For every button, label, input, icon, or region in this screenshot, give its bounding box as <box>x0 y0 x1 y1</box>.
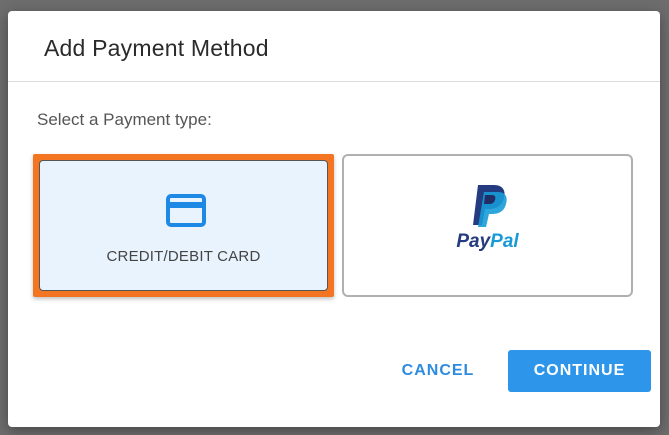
credit-debit-card-label: CREDIT/DEBIT CARD <box>106 248 261 265</box>
paypal-logo-icon <box>473 185 507 227</box>
dialog-header: Add Payment Method <box>8 11 660 82</box>
add-payment-method-dialog: Add Payment Method Select a Payment type… <box>8 11 660 427</box>
paypal-wordmark: PayPal <box>344 231 631 253</box>
dialog-title: Add Payment Method <box>44 35 269 61</box>
credit-card-icon <box>166 194 206 227</box>
continue-button[interactable]: CONTINUE <box>508 350 651 392</box>
paypal-option[interactable]: PayPal <box>342 154 633 297</box>
cancel-button[interactable]: CANCEL <box>388 349 488 393</box>
credit-debit-card-option[interactable]: CREDIT/DEBIT CARD <box>33 154 334 297</box>
credit-debit-card-option-body[interactable]: CREDIT/DEBIT CARD <box>39 160 328 291</box>
paypal-wordmark-pal: Pal <box>490 231 519 252</box>
payment-type-prompt: Select a Payment type: <box>37 110 212 129</box>
paypal-wordmark-pay: Pay <box>456 231 491 252</box>
